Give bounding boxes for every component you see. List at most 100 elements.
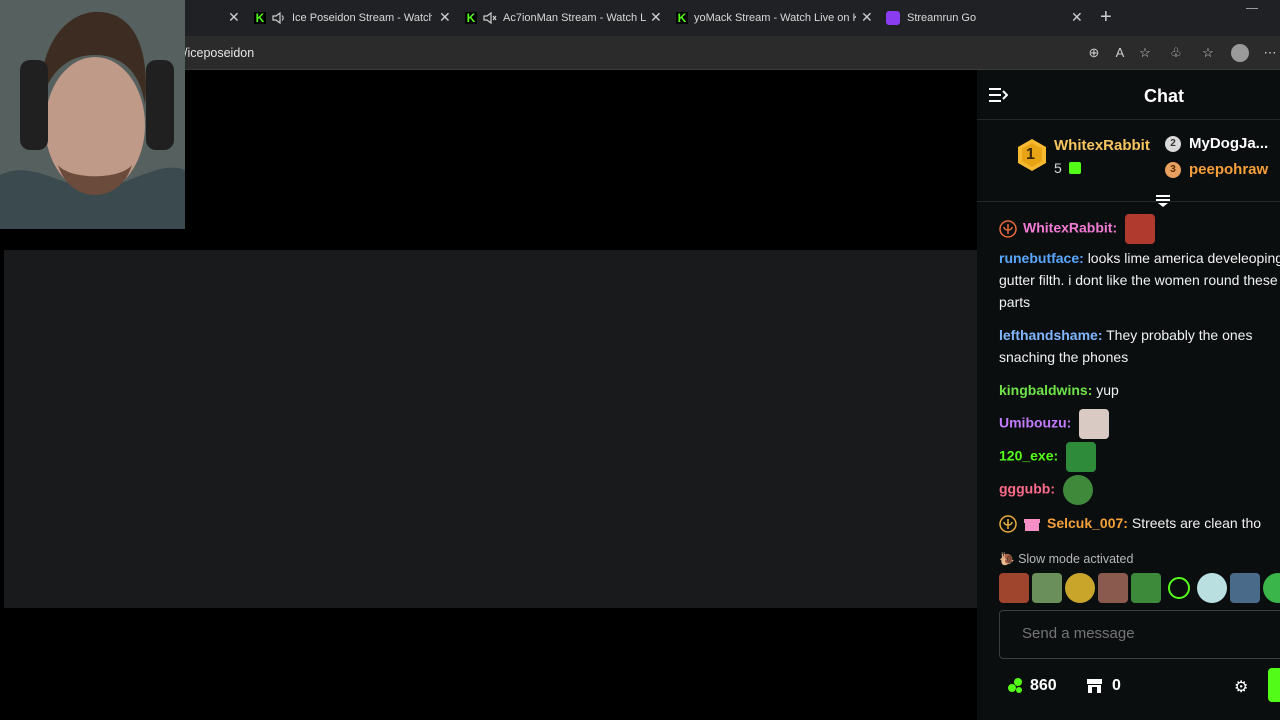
- chat-emote: [1079, 409, 1110, 439]
- muted-speaker-icon[interactable]: [483, 12, 497, 24]
- leaderboard-second-name[interactable]: MyDogJa...: [1189, 135, 1268, 152]
- tab-ac7ionman[interactable]: K Ac7ionMan Stream - Watch Live on Kick: [465, 4, 647, 32]
- emote-button[interactable]: [1263, 573, 1280, 603]
- rank-number: 1: [1026, 146, 1035, 163]
- tab-streamrun[interactable]: Streamrun Go: [886, 4, 1066, 32]
- profile-avatar-icon[interactable]: [1231, 44, 1249, 62]
- og-badge-icon: [999, 220, 1017, 238]
- chat-message: gggubb:: [999, 475, 1280, 505]
- chat-panel: Chat 1 WhitexRabbit 5 2 MyDogJa... 3 pee…: [977, 70, 1280, 720]
- kick-logo-icon: K: [676, 11, 688, 25]
- webcam-overlay: [0, 0, 185, 229]
- gift-icon: [1069, 162, 1081, 174]
- read-aloud-icon[interactable]: A: [1112, 45, 1128, 61]
- chat-emote: [1062, 475, 1093, 505]
- username-colon: :: [1066, 414, 1072, 431]
- chat-message: lefthandshame: They probably the ones sn…: [999, 324, 1280, 368]
- rank-2-badge-icon: 2: [1165, 136, 1181, 152]
- chat-message: kingbaldwins: yup: [999, 379, 1280, 401]
- tab-title: yoMack Stream - Watch Live on Kick: [694, 12, 856, 24]
- chat-message: runebutface: looks lime america develeop…: [999, 247, 1280, 313]
- chat-title: Chat: [1144, 86, 1184, 106]
- speaker-icon[interactable]: [272, 12, 286, 24]
- address-bar: /iceposeidon ⊕ A ☆ ♧ ☆ ⋯: [0, 36, 1280, 70]
- emote-button[interactable]: [1065, 573, 1095, 603]
- leaderboard-first-count: 5: [1054, 160, 1062, 176]
- leaderboard-first-name[interactable]: WhitexRabbit: [1054, 137, 1150, 154]
- emote-button[interactable]: [1230, 573, 1260, 603]
- chat-username[interactable]: Umibouzu: [999, 415, 1067, 431]
- chat-message-input[interactable]: [1022, 625, 1272, 642]
- kick-points-icon[interactable]: [1007, 678, 1025, 694]
- og-badge-icon: [999, 515, 1017, 534]
- username-colon: :: [1087, 382, 1093, 398]
- tab-close-icon[interactable]: ✕: [861, 10, 873, 24]
- chat-username[interactable]: gggubb: [999, 481, 1050, 497]
- snail-icon: 🐌: [999, 552, 1015, 566]
- streamer-webcam-image: [0, 0, 185, 229]
- new-tab-icon[interactable]: +: [1100, 7, 1112, 27]
- rank-3-badge-icon: 3: [1165, 162, 1181, 178]
- browser-tab-bar: ✕ K Ice Poseidon Stream - Watch Live on …: [0, 0, 1280, 36]
- favorites-icon[interactable]: ☆: [1200, 45, 1216, 61]
- streamrun-logo-icon: [886, 11, 900, 25]
- username-colon: :: [1079, 250, 1084, 266]
- username-colon: :: [1123, 515, 1128, 531]
- kick-logo-icon: K: [465, 11, 477, 25]
- tab-close-icon[interactable]: ✕: [228, 10, 240, 24]
- chat-message: WhitexRabbit:: [999, 214, 1280, 244]
- tab-title: Ice Poseidon Stream - Watch Live on Kick: [292, 12, 432, 24]
- tab-close-icon[interactable]: ✕: [1071, 10, 1083, 24]
- chat-emote: [1066, 442, 1097, 472]
- chat-emote: [1125, 214, 1156, 244]
- chat-username[interactable]: lefthandshame: [999, 327, 1098, 343]
- emote-button[interactable]: [1168, 577, 1190, 599]
- settings-gear-icon[interactable]: ⚙: [1234, 677, 1248, 697]
- quick-emote-row: [999, 573, 1280, 603]
- kick-logo-icon: K: [254, 11, 266, 25]
- slow-mode-notice: 🐌 Slow mode activated: [999, 552, 1133, 567]
- expand-leaderboard-icon[interactable]: [1155, 194, 1171, 208]
- emote-button[interactable]: [1098, 573, 1128, 603]
- username-colon: :: [1053, 447, 1059, 464]
- tab-close-icon[interactable]: ✕: [650, 10, 662, 24]
- chat-username[interactable]: 120_exe: [999, 448, 1054, 464]
- emote-button[interactable]: [999, 573, 1029, 603]
- chat-footer: 860 0 ⚙: [977, 670, 1280, 700]
- tab-title: Streamrun Go: [907, 12, 977, 24]
- tab-title: Ac7ionMan Stream - Watch Live on Kick: [503, 12, 647, 24]
- gift-leaderboard: 1 WhitexRabbit 5 2 MyDogJa... 3 peepohra…: [977, 120, 1280, 202]
- slow-mode-text: Slow mode activated: [1018, 552, 1134, 566]
- chat-username[interactable]: kingbaldwins: [999, 382, 1088, 398]
- url-field[interactable]: /iceposeidon: [184, 46, 254, 60]
- chat-username[interactable]: WhitexRabbit: [1023, 220, 1112, 236]
- username-colon: :: [1097, 327, 1103, 343]
- emote-button[interactable]: [1131, 573, 1161, 603]
- tab-yomack[interactable]: K yoMack Stream - Watch Live on Kick: [676, 4, 856, 32]
- chat-header: Chat: [977, 70, 1280, 120]
- extension-icon[interactable]: ♧: [1168, 45, 1184, 61]
- chat-message: Selcuk_007: Streets are clean tho: [999, 512, 1280, 534]
- minimize-icon[interactable]: [1246, 8, 1258, 9]
- more-menu-icon[interactable]: ⋯: [1262, 45, 1278, 61]
- username-colon: :: [1050, 480, 1055, 497]
- tab-ice-poseidon[interactable]: K Ice Poseidon Stream - Watch Live on Ki…: [254, 4, 432, 32]
- leaderboard-third-name[interactable]: peepohraw: [1189, 161, 1268, 178]
- chat-message-text: Streets are clean tho: [1131, 515, 1262, 531]
- zoom-icon[interactable]: ⊕: [1086, 45, 1102, 61]
- points-count: 860: [1030, 677, 1057, 694]
- chat-message-box[interactable]: [999, 610, 1280, 659]
- favorite-star-icon[interactable]: ☆: [1137, 45, 1153, 61]
- chat-message-text: yup: [1096, 382, 1119, 398]
- store-icon[interactable]: [1086, 677, 1103, 694]
- chat-username[interactable]: Selcuk_007: [1047, 515, 1123, 531]
- video-frame: [4, 250, 977, 608]
- emote-button[interactable]: [1197, 573, 1227, 603]
- chat-message: Umibouzu:: [999, 409, 1280, 439]
- tab-close-icon[interactable]: ✕: [439, 10, 451, 24]
- chat-username[interactable]: runebutface: [999, 250, 1079, 266]
- username-colon: :: [1112, 219, 1118, 236]
- chat-send-button[interactable]: [1268, 668, 1280, 702]
- chat-message: 120_exe:: [999, 442, 1280, 472]
- emote-button[interactable]: [1032, 573, 1062, 603]
